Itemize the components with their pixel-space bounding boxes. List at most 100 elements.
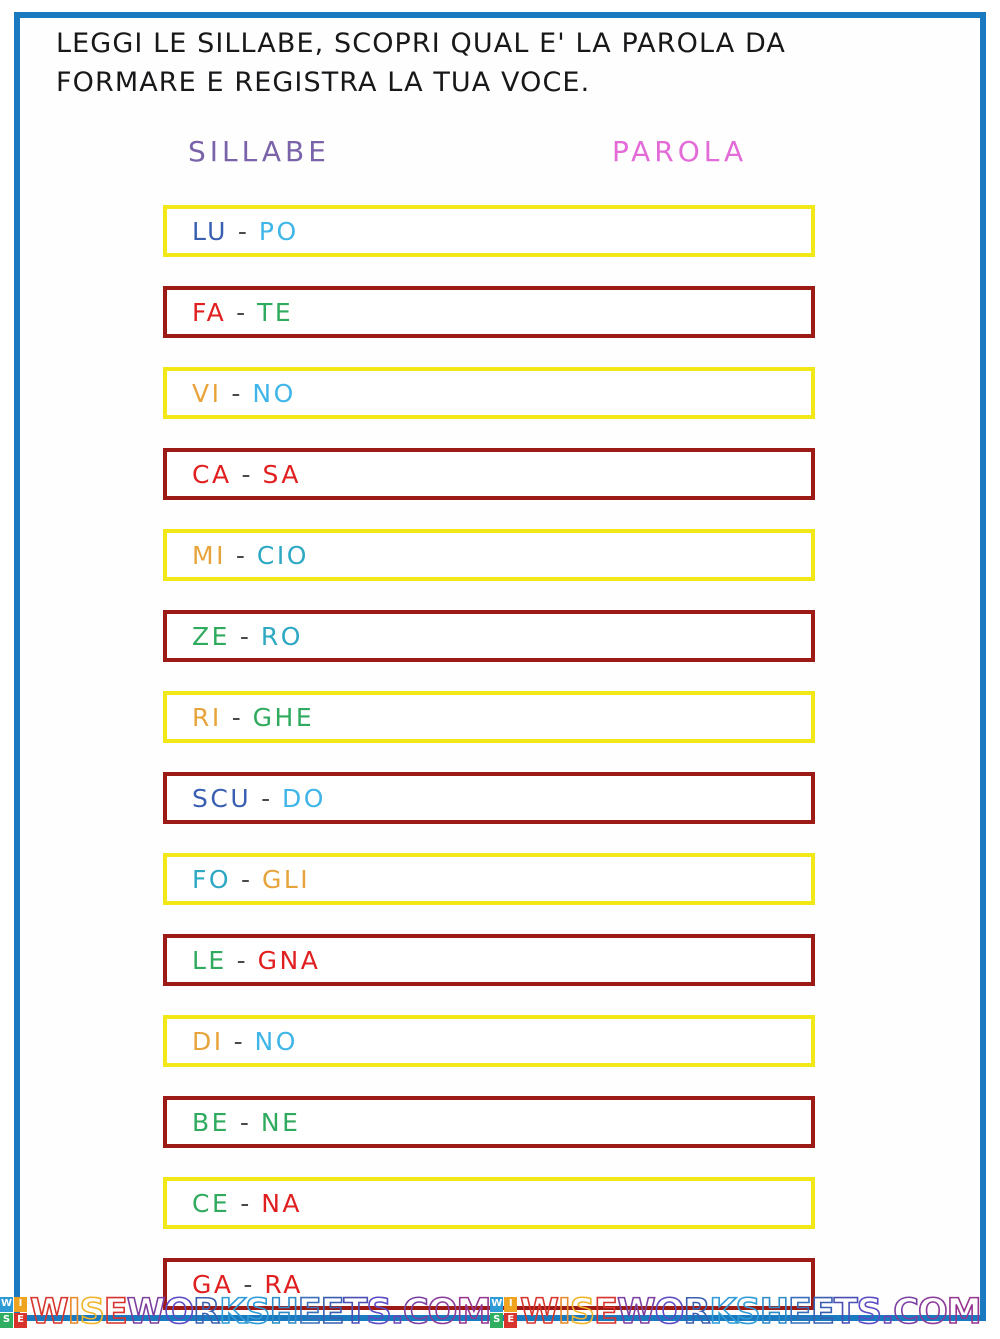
watermark-letter: H bbox=[759, 1291, 790, 1332]
word-answer-area[interactable] bbox=[301, 452, 811, 496]
syllable-part-first: CA bbox=[192, 459, 232, 489]
watermark-letter: W bbox=[616, 1291, 656, 1332]
watermark-letter: M bbox=[946, 1291, 982, 1332]
logo-letter: W bbox=[490, 1296, 504, 1312]
syllable-row[interactable]: CE - NA bbox=[163, 1177, 815, 1229]
word-answer-area[interactable] bbox=[320, 938, 811, 982]
word-answer-area[interactable] bbox=[299, 209, 811, 253]
syllable-separator: - bbox=[225, 540, 257, 570]
syllable-row[interactable]: BE - NE bbox=[163, 1096, 815, 1148]
syllable-part-second: GLI bbox=[261, 864, 311, 894]
word-answer-area[interactable] bbox=[293, 290, 811, 334]
syllable-separator: - bbox=[251, 783, 283, 813]
watermark-letter: S bbox=[79, 1291, 106, 1332]
syllable-row[interactable]: FO - GLI bbox=[163, 853, 815, 905]
syllable-part-first: RI bbox=[192, 702, 222, 732]
watermark-letter: W bbox=[126, 1291, 166, 1332]
syllable-separator: - bbox=[223, 1026, 255, 1056]
watermark-letter: E bbox=[103, 1291, 129, 1332]
watermark-letter: M bbox=[456, 1291, 492, 1332]
word-answer-area[interactable] bbox=[326, 776, 811, 820]
watermark-letter: W bbox=[519, 1291, 559, 1332]
syllable-pair: DI - NO bbox=[167, 1029, 298, 1054]
syllable-pair: ZE - RO bbox=[167, 624, 303, 649]
logo-letter: W bbox=[0, 1296, 13, 1312]
syllable-separator: - bbox=[221, 378, 253, 408]
logo-letter: E bbox=[504, 1312, 518, 1328]
syllable-pair: FA - TE bbox=[167, 300, 293, 325]
syllable-row[interactable]: VI - NO bbox=[163, 367, 815, 419]
watermark-text: WISEWORKSHEETS.COM bbox=[29, 1291, 492, 1332]
word-answer-area[interactable] bbox=[296, 371, 811, 415]
syllable-part-first: ZE bbox=[192, 621, 230, 651]
watermark-letter: S bbox=[244, 1291, 271, 1332]
watermark-letter: H bbox=[269, 1291, 300, 1332]
watermark-letter: C bbox=[892, 1291, 919, 1332]
syllable-part-second: NO bbox=[254, 1026, 298, 1056]
syllable-part-first: VI bbox=[192, 378, 222, 408]
watermark-letter: E bbox=[787, 1291, 813, 1332]
syllable-part-first: FA bbox=[192, 297, 227, 327]
watermark-letter: T bbox=[833, 1291, 858, 1332]
watermark-letter: S bbox=[856, 1291, 883, 1332]
word-answer-area[interactable] bbox=[314, 695, 811, 739]
watermark-letter: S bbox=[569, 1291, 596, 1332]
syllable-part-first: MI bbox=[192, 540, 226, 570]
watermark-letter: E bbox=[320, 1291, 346, 1332]
syllable-separator: - bbox=[227, 216, 259, 246]
syllable-row[interactable]: CA - SA bbox=[163, 448, 815, 500]
column-header-sillabe: SILLABE bbox=[188, 135, 330, 168]
syllable-row[interactable]: LU - PO bbox=[163, 205, 815, 257]
watermark-letter: T bbox=[343, 1291, 368, 1332]
syllable-part-second: RO bbox=[260, 621, 303, 651]
watermark-letter: E bbox=[593, 1291, 619, 1332]
syllable-part-second: DO bbox=[282, 783, 326, 813]
watermark-letter: I bbox=[557, 1291, 572, 1332]
watermark-letter: R bbox=[192, 1291, 221, 1332]
watermark-letter: O bbox=[654, 1291, 685, 1332]
syllable-row[interactable]: DI - NO bbox=[163, 1015, 815, 1067]
syllable-part-second: TE bbox=[257, 297, 294, 327]
syllable-row[interactable]: LE - GNA bbox=[163, 934, 815, 986]
syllable-row[interactable]: RI - GHE bbox=[163, 691, 815, 743]
word-answer-area[interactable] bbox=[303, 614, 811, 658]
watermark-letter: K bbox=[709, 1291, 738, 1332]
watermark-letter: E bbox=[297, 1291, 323, 1332]
syllable-separator: - bbox=[231, 459, 263, 489]
page-title: LEGGI LE SILLABE, SCOPRI QUAL E' LA PARO… bbox=[56, 28, 786, 99]
watermark-letter: . bbox=[880, 1291, 895, 1332]
watermark-letter: K bbox=[218, 1291, 247, 1332]
syllable-row[interactable]: SCU - DO bbox=[163, 772, 815, 824]
syllable-pair: LU - PO bbox=[167, 219, 299, 244]
syllable-row[interactable]: ZE - RO bbox=[163, 610, 815, 662]
syllable-part-first: LE bbox=[192, 945, 227, 975]
syllable-pair: LE - GNA bbox=[167, 948, 320, 973]
word-answer-area[interactable] bbox=[302, 1181, 811, 1225]
watermark-footer: W I S E WISEWORKSHEETS.COM W I S E WISEWORKSHEETS… bbox=[0, 1291, 1000, 1333]
word-answer-area[interactable] bbox=[300, 1100, 811, 1144]
syllable-pair: BE - NE bbox=[167, 1110, 300, 1135]
watermark-letter: O bbox=[164, 1291, 195, 1332]
syllable-pair: FO - GLI bbox=[167, 867, 310, 892]
syllable-part-second: GNA bbox=[257, 945, 321, 975]
word-answer-area[interactable] bbox=[309, 533, 811, 577]
word-answer-area[interactable] bbox=[310, 857, 811, 901]
word-answer-area[interactable] bbox=[298, 1019, 811, 1063]
syllable-pair: SCU - DO bbox=[167, 786, 326, 811]
syllable-part-first: CE bbox=[192, 1188, 231, 1218]
watermark-unit: W I S E WISEWORKSHEETS.COM bbox=[490, 1291, 982, 1332]
syllable-row[interactable]: FA - TE bbox=[163, 286, 815, 338]
syllable-part-second: NO bbox=[252, 378, 296, 408]
watermark-letter: I bbox=[67, 1291, 82, 1332]
syllable-separator: - bbox=[229, 621, 261, 651]
syllable-separator: - bbox=[221, 702, 253, 732]
watermark-letter: S bbox=[366, 1291, 393, 1332]
syllable-separator: - bbox=[229, 1107, 261, 1137]
syllable-part-first: BE bbox=[192, 1107, 230, 1137]
syllable-separator: - bbox=[230, 1188, 262, 1218]
syllable-part-second: CIO bbox=[256, 540, 309, 570]
logo-letter: I bbox=[14, 1296, 27, 1312]
syllable-rows-list: LU - PO FA - TE VI - NO CA - SA MI - CIO ZE -… bbox=[163, 205, 815, 1339]
syllable-part-first: DI bbox=[192, 1026, 224, 1056]
syllable-row[interactable]: MI - CIO bbox=[163, 529, 815, 581]
